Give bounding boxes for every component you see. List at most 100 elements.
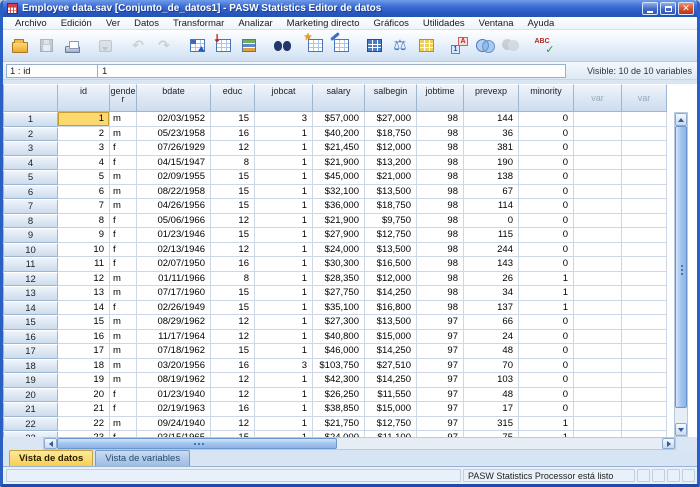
cell[interactable]: $57,000 xyxy=(313,112,365,127)
row-header[interactable]: 7 xyxy=(3,199,58,214)
cell[interactable]: 381 xyxy=(464,141,519,156)
empty-var-cell[interactable] xyxy=(574,272,622,287)
empty-var-cell[interactable] xyxy=(574,112,622,127)
column-header-jobtime[interactable]: jobtime xyxy=(417,84,464,112)
cell[interactable]: 97 xyxy=(417,315,464,330)
cell[interactable]: 14 xyxy=(58,301,110,316)
cell[interactable]: 0 xyxy=(519,257,574,272)
row-header[interactable]: 4 xyxy=(3,156,58,171)
cell[interactable]: 19 xyxy=(58,373,110,388)
cell[interactable]: $36,000 xyxy=(313,199,365,214)
cell[interactable]: m xyxy=(110,417,137,432)
cell[interactable]: 34 xyxy=(464,286,519,301)
cell[interactable]: 98 xyxy=(417,243,464,258)
column-header-salary[interactable]: salary xyxy=(313,84,365,112)
cell[interactable]: 0 xyxy=(519,185,574,200)
cell[interactable]: 1 xyxy=(519,431,574,437)
cell[interactable]: 26 xyxy=(464,272,519,287)
horizontal-scroll-track[interactable] xyxy=(337,438,662,449)
empty-var-cell[interactable] xyxy=(622,156,667,171)
cell[interactable]: 66 xyxy=(464,315,519,330)
cell[interactable]: 11 xyxy=(58,257,110,272)
cell[interactable]: $27,510 xyxy=(365,359,417,374)
empty-var-cell[interactable] xyxy=(622,214,667,229)
cell[interactable]: 0 xyxy=(519,315,574,330)
cell[interactable]: 138 xyxy=(464,170,519,185)
cell[interactable]: 07/18/1962 xyxy=(137,344,211,359)
cell[interactable]: 15 xyxy=(211,228,255,243)
cell[interactable]: $12,750 xyxy=(365,228,417,243)
cell[interactable]: $21,900 xyxy=(313,156,365,171)
cell[interactable]: 315 xyxy=(464,417,519,432)
cell[interactable]: 190 xyxy=(464,156,519,171)
cell[interactable]: 15 xyxy=(58,315,110,330)
cell-editor-input[interactable]: 1 xyxy=(98,64,566,78)
empty-var-cell[interactable] xyxy=(622,199,667,214)
cell[interactable]: 07/26/1929 xyxy=(137,141,211,156)
cell[interactable]: 114 xyxy=(464,199,519,214)
row-header[interactable]: 16 xyxy=(3,330,58,345)
cell[interactable]: 10 xyxy=(58,243,110,258)
row-header[interactable]: 5 xyxy=(3,170,58,185)
cell[interactable]: 4 xyxy=(58,156,110,171)
vertical-scroll-track[interactable] xyxy=(675,408,687,423)
cell[interactable]: m xyxy=(110,330,137,345)
cell[interactable]: 48 xyxy=(464,344,519,359)
cell[interactable]: f xyxy=(110,431,137,437)
cell[interactable]: $27,900 xyxy=(313,228,365,243)
cell[interactable]: 05/06/1966 xyxy=(137,214,211,229)
cell[interactable]: 0 xyxy=(519,170,574,185)
cell[interactable]: 98 xyxy=(417,156,464,171)
empty-var-cell[interactable] xyxy=(574,286,622,301)
cell[interactable]: $9,750 xyxy=(365,214,417,229)
tab-vista-de-variables[interactable]: Vista de variables xyxy=(95,450,190,466)
cell[interactable]: 15 xyxy=(211,112,255,127)
cell[interactable]: $12,750 xyxy=(365,417,417,432)
row-header[interactable]: 9 xyxy=(3,228,58,243)
empty-var-cell[interactable] xyxy=(622,359,667,374)
cell[interactable]: 1 xyxy=(255,185,313,200)
cell[interactable]: f xyxy=(110,156,137,171)
cell[interactable]: 6 xyxy=(58,185,110,200)
cell[interactable]: 98 xyxy=(417,272,464,287)
cell[interactable]: 3 xyxy=(255,359,313,374)
column-header-var1[interactable]: var xyxy=(574,84,622,112)
cell[interactable]: 0 xyxy=(519,330,574,345)
cell[interactable]: $11,550 xyxy=(365,388,417,403)
cell[interactable]: 36 xyxy=(464,127,519,142)
cell[interactable]: 17 xyxy=(464,402,519,417)
cell[interactable]: $21,000 xyxy=(365,170,417,185)
cell[interactable]: 12 xyxy=(211,388,255,403)
cell[interactable]: $24,000 xyxy=(313,431,365,437)
cell[interactable]: $40,800 xyxy=(313,330,365,345)
column-header-educ[interactable]: educ xyxy=(211,84,255,112)
cell[interactable]: 0 xyxy=(519,388,574,403)
empty-var-cell[interactable] xyxy=(574,156,622,171)
cell[interactable]: 75 xyxy=(464,431,519,437)
cell[interactable]: f xyxy=(110,228,137,243)
cell[interactable]: 0 xyxy=(519,199,574,214)
cell[interactable]: 0 xyxy=(519,214,574,229)
cell[interactable]: $13,500 xyxy=(365,185,417,200)
insert-variable-button[interactable] xyxy=(328,33,354,59)
cell[interactable]: 01/11/1966 xyxy=(137,272,211,287)
cell[interactable]: 98 xyxy=(417,112,464,127)
cell[interactable]: 8 xyxy=(211,272,255,287)
cell[interactable]: 02/03/1952 xyxy=(137,112,211,127)
menu-marketing-directo[interactable]: Marketing directo xyxy=(280,18,367,29)
row-header[interactable]: 14 xyxy=(3,301,58,316)
cell[interactable]: 1 xyxy=(255,344,313,359)
cell[interactable]: m xyxy=(110,373,137,388)
cell[interactable]: $14,250 xyxy=(365,286,417,301)
cell[interactable]: 02/13/1946 xyxy=(137,243,211,258)
empty-var-cell[interactable] xyxy=(574,257,622,272)
cell[interactable]: 1 xyxy=(255,199,313,214)
cell[interactable]: f xyxy=(110,301,137,316)
cell[interactable]: 1 xyxy=(255,141,313,156)
cell[interactable]: 1 xyxy=(255,417,313,432)
empty-var-cell[interactable] xyxy=(622,170,667,185)
cell[interactable]: m xyxy=(110,344,137,359)
cell[interactable]: 67 xyxy=(464,185,519,200)
cell[interactable]: 1 xyxy=(255,127,313,142)
cell[interactable]: 9 xyxy=(58,228,110,243)
